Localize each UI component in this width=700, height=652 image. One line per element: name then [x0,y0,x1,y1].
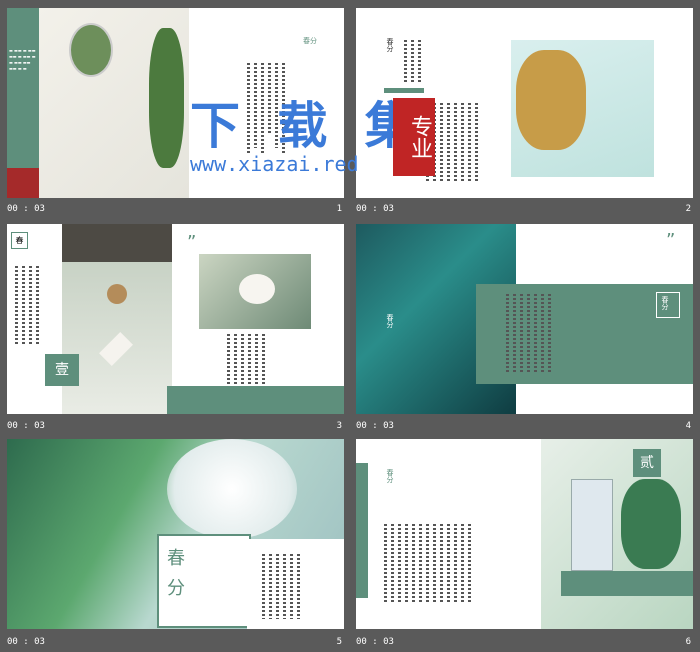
slide-1-footer: 00 : 03 1 [7,199,344,219]
slide-3-footer: 00 : 03 3 [7,416,344,436]
slide-4-footer: 00 : 03 4 [356,416,693,436]
slide-6-number: 6 [685,637,691,647]
slide-5-title-char-1: 春 [167,548,185,569]
slide-3-cat-photo [199,254,311,329]
slide-5[interactable]: 春 分 [7,439,344,629]
slide-1-accent-block [7,168,39,198]
slide-3-badge: 壹 [45,354,79,386]
slide-3-mark: 春 [11,232,28,249]
slide-3-quote-icon: ” [187,232,197,253]
slide-3[interactable]: 春 壹 ” [7,224,344,414]
watermark-seal: 专业 [393,98,435,176]
slide-6-footer: 00 : 03 6 [356,632,693,652]
slide-3-number: 3 [336,421,342,431]
slide-4-leaf-title: 春分 [386,314,394,328]
slide-5-number: 5 [336,637,342,647]
slide-1-title: 春分 [303,37,317,45]
slide-5-footer: 00 : 03 5 [7,632,344,652]
slide-4[interactable]: 春分 ” 春分 [356,224,693,414]
slide-2-time: 00 : 03 [356,204,394,214]
slide-4-number: 4 [685,421,691,431]
slide-2-flower-photo [511,40,654,177]
slide-6-caption-bar [561,571,693,596]
slide-1-plant-photo [39,8,189,198]
watermark-text: 下 载 集 [190,97,425,155]
slide-6-window-photo [541,439,693,629]
slide-1-time: 00 : 03 [7,204,45,214]
slide-4-text-columns [506,294,551,374]
slide-3-caption-bar [167,386,344,414]
slide-6-time: 00 : 03 [356,637,394,647]
slide-4-quote-icon: ” [666,230,676,251]
slide-6-badge: 贰 [633,449,661,477]
slide-6-left-bar [356,463,368,598]
slide-2-title: 春分 [386,38,394,52]
slide-4-panel-title: 春分 [661,296,669,310]
watermark-url: www.xiazai.red [190,152,359,176]
slide-5-title-char-2: 分 [167,578,185,599]
slide-3-text-columns [227,334,265,389]
slide-1-number: 1 [336,204,342,214]
slide-3-left-text [15,266,39,346]
slide-6[interactable]: 春分 贰 [356,439,693,629]
slide-5-text-columns [262,554,300,619]
slide-6-title: 春分 [386,469,394,483]
slide-5-title-card: 春 分 [157,534,251,628]
slide-3-time: 00 : 03 [7,421,45,431]
slide-2-top-text [404,40,421,82]
slide-6-text-columns [384,524,471,604]
slide-5-time: 00 : 03 [7,637,45,647]
slide-2-footer: 00 : 03 2 [356,199,693,219]
slide-1-sidebar-text: ▬ ▬▬ ▬ ▬▬ ▬▬ ▬ ▬▬ ▬ ▬ ▬▬ ▬▬ ▬▬ ▬ ▬ [9,48,36,71]
slide-2-number: 2 [685,204,691,214]
slide-4-time: 00 : 03 [356,421,394,431]
